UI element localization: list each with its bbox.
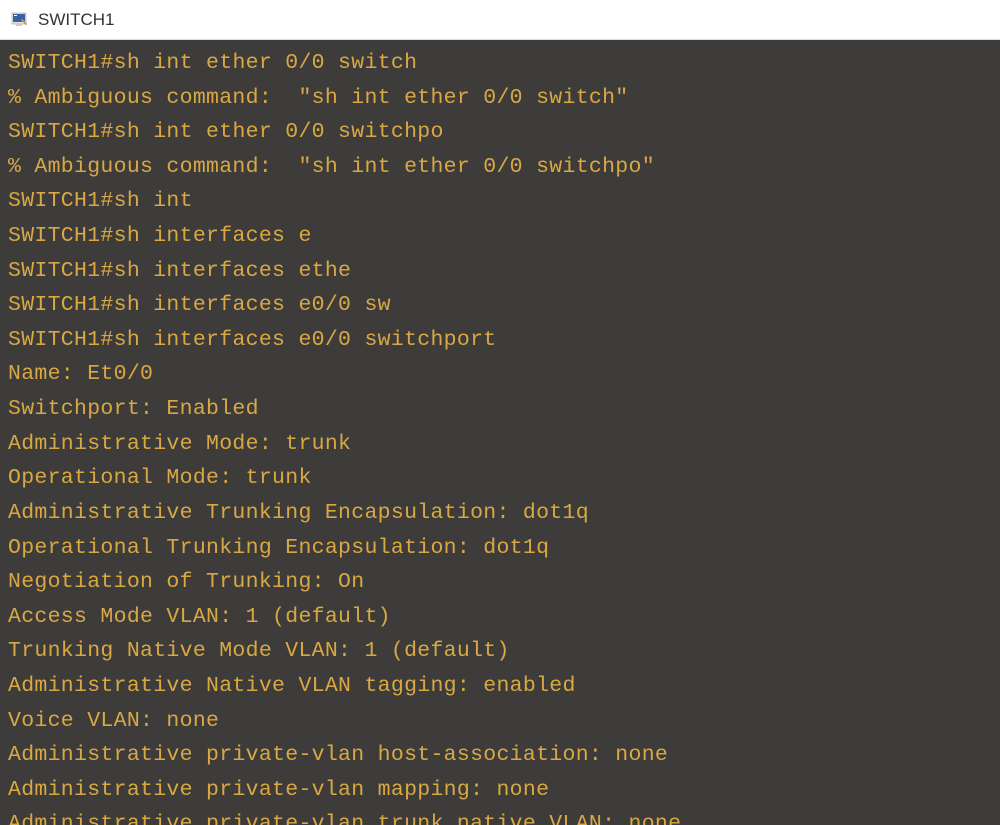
terminal-command: sh interfaces ethe: [114, 259, 352, 283]
terminal-command: sh interfaces e0/0 switchport: [114, 328, 497, 352]
terminal-line: Administrative private-vlan trunk native…: [8, 807, 992, 825]
terminal-prompt: SWITCH1#: [8, 189, 114, 213]
terminal-prompt: SWITCH1#: [8, 224, 114, 248]
terminal-line: Switchport: Enabled: [8, 392, 992, 427]
terminal-line: SWITCH1#sh interfaces e0/0 switchport: [8, 323, 992, 358]
terminal-output-text: Administrative private-vlan mapping: non…: [8, 778, 549, 802]
terminal-prompt: SWITCH1#: [8, 259, 114, 283]
terminal-line: Administrative private-vlan mapping: non…: [8, 773, 992, 808]
terminal-prompt: SWITCH1#: [8, 120, 114, 144]
terminal-output-text: Administrative Trunking Encapsulation: d…: [8, 501, 589, 525]
terminal-command: sh int ether 0/0 switchpo: [114, 120, 444, 144]
terminal-line: % Ambiguous command: "sh int ether 0/0 s…: [8, 150, 992, 185]
window-title: SWITCH1: [38, 10, 115, 30]
terminal-line: Administrative Mode: trunk: [8, 427, 992, 462]
terminal-output-text: % Ambiguous command: "sh int ether 0/0 s…: [8, 86, 629, 110]
terminal-line: % Ambiguous command: "sh int ether 0/0 s…: [8, 81, 992, 116]
terminal-output-text: % Ambiguous command: "sh int ether 0/0 s…: [8, 155, 655, 179]
terminal-line: Administrative Native VLAN tagging: enab…: [8, 669, 992, 704]
terminal-prompt: SWITCH1#: [8, 293, 114, 317]
terminal-line: Operational Mode: trunk: [8, 461, 992, 496]
terminal-output-text: Operational Mode: trunk: [8, 466, 312, 490]
terminal-output-text: Administrative private-vlan trunk native…: [8, 812, 681, 825]
terminal-line: SWITCH1#sh interfaces e0/0 sw: [8, 288, 992, 323]
terminal-output-text: Trunking Native Mode VLAN: 1 (default): [8, 639, 510, 663]
terminal-line: Voice VLAN: none: [8, 704, 992, 739]
terminal-output-text: Switchport: Enabled: [8, 397, 259, 421]
terminal-line: Administrative Trunking Encapsulation: d…: [8, 496, 992, 531]
terminal-output-text: Administrative Native VLAN tagging: enab…: [8, 674, 576, 698]
terminal-line: Operational Trunking Encapsulation: dot1…: [8, 531, 992, 566]
terminal-line: SWITCH1#sh interfaces ethe: [8, 254, 992, 289]
terminal-line: Name: Et0/0: [8, 357, 992, 392]
terminal-line: SWITCH1#sh interfaces e: [8, 219, 992, 254]
terminal-prompt: SWITCH1#: [8, 51, 114, 75]
terminal-line: SWITCH1#sh int ether 0/0 switch: [8, 46, 992, 81]
terminal-output[interactable]: SWITCH1#sh int ether 0/0 switch% Ambiguo…: [0, 40, 1000, 825]
terminal-output-text: Negotiation of Trunking: On: [8, 570, 364, 594]
terminal-prompt: SWITCH1#: [8, 328, 114, 352]
terminal-line: Trunking Native Mode VLAN: 1 (default): [8, 634, 992, 669]
terminal-command: sh int ether 0/0 switch: [114, 51, 418, 75]
terminal-window: SWITCH1 SWITCH1#sh int ether 0/0 switch%…: [0, 0, 1000, 825]
terminal-output-text: Administrative private-vlan host-associa…: [8, 743, 668, 767]
terminal-output-text: Access Mode VLAN: 1 (default): [8, 605, 391, 629]
terminal-line: Administrative private-vlan host-associa…: [8, 738, 992, 773]
putty-icon: [10, 10, 30, 30]
terminal-command: sh int: [114, 189, 193, 213]
terminal-output-text: Name: Et0/0: [8, 362, 153, 386]
terminal-output-text: Voice VLAN: none: [8, 709, 219, 733]
terminal-line: SWITCH1#sh int: [8, 184, 992, 219]
terminal-output-text: Administrative Mode: trunk: [8, 432, 351, 456]
terminal-command: sh interfaces e0/0 sw: [114, 293, 391, 317]
terminal-line: Negotiation of Trunking: On: [8, 565, 992, 600]
window-titlebar[interactable]: SWITCH1: [0, 0, 1000, 40]
terminal-line: Access Mode VLAN: 1 (default): [8, 600, 992, 635]
terminal-line: SWITCH1#sh int ether 0/0 switchpo: [8, 115, 992, 150]
terminal-command: sh interfaces e: [114, 224, 312, 248]
terminal-output-text: Operational Trunking Encapsulation: dot1…: [8, 536, 549, 560]
